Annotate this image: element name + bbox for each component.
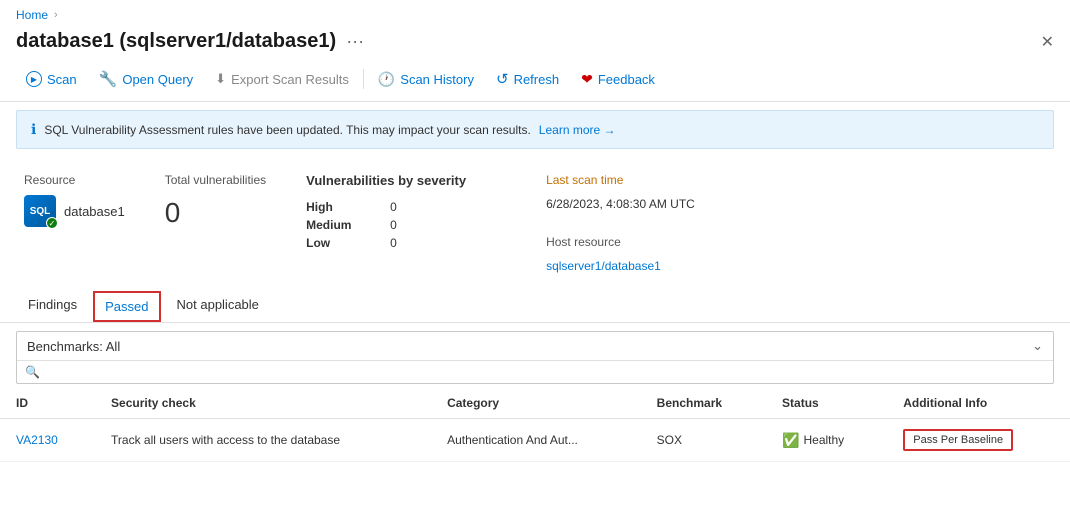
col-header-category: Category bbox=[431, 388, 641, 419]
sql-icon: SQL ✓ bbox=[24, 195, 56, 227]
cell-status: ✅ Healthy bbox=[766, 419, 887, 462]
medium-vuln-row: Medium 0 bbox=[306, 218, 466, 232]
total-vuln-label: Total vulnerabilities bbox=[165, 173, 266, 187]
more-options-icon[interactable]: ··· bbox=[346, 31, 364, 52]
refresh-button[interactable]: ↺ Refresh bbox=[486, 65, 569, 93]
breadcrumb: Home › bbox=[0, 0, 1070, 26]
low-vuln-row: Low 0 bbox=[306, 236, 466, 250]
last-scan-label: Last scan time bbox=[546, 173, 726, 187]
resource-stat: Resource SQL ✓ database1 bbox=[24, 173, 125, 273]
table-row: VA2130 Track all users with access to th… bbox=[0, 419, 1070, 462]
scan-icon: ▶ bbox=[26, 71, 42, 87]
col-header-benchmark: Benchmark bbox=[641, 388, 766, 419]
last-scan-value: 6/28/2023, 4:08:30 AM UTC bbox=[546, 197, 726, 211]
medium-label: Medium bbox=[306, 218, 366, 232]
severity-label: Vulnerabilities by severity bbox=[306, 173, 466, 188]
toolbar-divider bbox=[363, 69, 364, 89]
tab-passed[interactable]: Passed bbox=[93, 291, 160, 322]
scan-button[interactable]: ▶ Scan bbox=[16, 66, 87, 92]
scan-history-button[interactable]: 🕐 Scan History bbox=[368, 66, 484, 93]
high-vuln-row: High 0 bbox=[306, 200, 466, 214]
breadcrumb-separator: › bbox=[54, 9, 58, 21]
benchmark-label: Benchmarks: All bbox=[27, 339, 120, 354]
search-row: 🔍 bbox=[17, 360, 1053, 383]
high-value: 0 bbox=[390, 200, 397, 214]
open-query-button[interactable]: 🔧 Open Query bbox=[89, 65, 204, 93]
cell-category: Authentication And Aut... bbox=[431, 419, 641, 462]
tabs-section: Findings Passed Not applicable bbox=[0, 285, 1070, 323]
export-button[interactable]: ⬇ Export Scan Results bbox=[205, 66, 359, 92]
export-icon: ⬇ bbox=[215, 71, 226, 87]
close-button[interactable]: ✕ bbox=[1041, 32, 1054, 52]
col-header-additional-info: Additional Info bbox=[887, 388, 1070, 419]
pass-per-baseline-badge: Pass Per Baseline bbox=[903, 429, 1013, 451]
medium-value: 0 bbox=[390, 218, 397, 232]
search-icon: 🔍 bbox=[25, 365, 40, 379]
resource-name: database1 bbox=[64, 204, 125, 219]
chevron-down-icon: ⌄ bbox=[1032, 338, 1043, 354]
info-icon: ℹ bbox=[31, 121, 36, 138]
cell-security-check: Track all users with access to the datab… bbox=[95, 419, 431, 462]
tab-not-applicable[interactable]: Not applicable bbox=[165, 289, 271, 322]
col-header-status: Status bbox=[766, 388, 887, 419]
search-input[interactable] bbox=[46, 365, 1045, 379]
col-header-security-check: Security check bbox=[95, 388, 431, 419]
page-title: database1 (sqlserver1/database1) bbox=[16, 30, 336, 53]
host-value-link[interactable]: sqlserver1/database1 bbox=[546, 259, 726, 273]
feedback-button[interactable]: ❤ Feedback bbox=[571, 66, 665, 93]
results-table: ID Security check Category Benchmark Sta… bbox=[0, 388, 1070, 462]
tab-findings[interactable]: Findings bbox=[16, 289, 89, 322]
host-label: Host resource bbox=[546, 235, 726, 249]
info-text: SQL Vulnerability Assessment rules have … bbox=[44, 123, 530, 137]
low-label: Low bbox=[306, 236, 366, 250]
scan-history-icon: 🕐 bbox=[378, 71, 395, 88]
stats-section: Resource SQL ✓ database1 Total vulnerabi… bbox=[0, 157, 1070, 285]
col-header-id: ID bbox=[0, 388, 95, 419]
filter-bar: Benchmarks: All ⌄ 🔍 bbox=[16, 331, 1054, 384]
severity-stat: Vulnerabilities by severity High 0 Mediu… bbox=[306, 173, 466, 273]
total-vuln-value: 0 bbox=[165, 197, 266, 229]
title-bar: database1 (sqlserver1/database1) ··· ✕ bbox=[0, 26, 1070, 61]
open-query-icon: 🔧 bbox=[99, 70, 118, 88]
cell-additional-info: Pass Per Baseline bbox=[887, 419, 1070, 462]
healthy-icon: ✅ bbox=[782, 432, 799, 449]
benchmark-dropdown[interactable]: Benchmarks: All ⌄ bbox=[17, 332, 1053, 360]
feedback-icon: ❤ bbox=[581, 71, 593, 88]
total-vuln-stat: Total vulnerabilities 0 bbox=[165, 173, 266, 273]
learn-more-link[interactable]: Learn more → bbox=[539, 123, 616, 137]
check-badge: ✓ bbox=[46, 217, 58, 229]
low-value: 0 bbox=[390, 236, 397, 250]
breadcrumb-home[interactable]: Home bbox=[16, 8, 48, 22]
high-label: High bbox=[306, 200, 366, 214]
cell-benchmark: SOX bbox=[641, 419, 766, 462]
toolbar: ▶ Scan 🔧 Open Query ⬇ Export Scan Result… bbox=[0, 61, 1070, 102]
severity-group: High 0 Medium 0 Low 0 bbox=[306, 200, 466, 250]
resource-label: Resource bbox=[24, 173, 125, 187]
cell-id[interactable]: VA2130 bbox=[0, 419, 95, 462]
scan-time-stat: Last scan time 6/28/2023, 4:08:30 AM UTC… bbox=[546, 173, 726, 273]
resource-item: SQL ✓ database1 bbox=[24, 195, 125, 227]
refresh-icon: ↺ bbox=[496, 70, 509, 88]
info-banner: ℹ SQL Vulnerability Assessment rules hav… bbox=[16, 110, 1054, 149]
table-header-row: ID Security check Category Benchmark Sta… bbox=[0, 388, 1070, 419]
